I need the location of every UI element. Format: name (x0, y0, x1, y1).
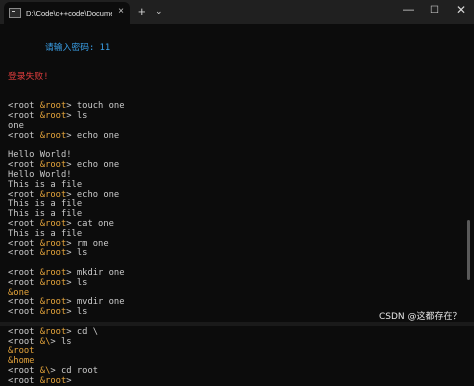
prompt-user: <root (8, 307, 40, 318)
taskbar-strip (0, 322, 474, 326)
chevron-down-icon[interactable]: ⌄ (155, 6, 163, 17)
command-text: cd root (60, 365, 99, 376)
tab-terminal[interactable]: D:\Code\c++code\Document × (4, 2, 130, 24)
command-text: mkdir one (76, 267, 125, 278)
title-bar: D:\Code\c++code\Document × + ⌄ — ☐ ✕ (0, 0, 474, 24)
command-line: <root &root> cd \ (8, 326, 460, 338)
prompt-host: &root (39, 326, 67, 337)
command-text: ls (76, 307, 88, 318)
directory-name: &root (8, 346, 35, 357)
close-window-button[interactable]: ✕ (456, 3, 466, 17)
prompt-end: > (66, 248, 77, 259)
prompt-end: > (66, 218, 77, 229)
prompt-user: <root (8, 130, 40, 141)
directory-name: &home (8, 356, 35, 367)
prompt-end: > (66, 375, 77, 386)
tab-title: D:\Code\c++code\Document (26, 8, 112, 18)
close-tab-icon[interactable]: × (118, 6, 124, 17)
command-line: <root &root> ls (8, 111, 460, 122)
command-text: echo one (76, 130, 120, 141)
command-text: cat one (76, 218, 114, 229)
prompt-end: > (50, 336, 61, 347)
prompt-user: <root (8, 111, 40, 122)
prompt-end: > (66, 189, 77, 200)
prompt-host: &root (39, 130, 67, 141)
directory-entry: &root (8, 346, 460, 357)
prompt-end: > (66, 307, 77, 318)
prompt-host: &root (39, 297, 67, 308)
password-prompt: 请输入密码: 11 (45, 42, 111, 53)
prompt-user: <root (8, 218, 40, 229)
prompt-end: > (66, 130, 77, 141)
prompt-host: &root (39, 277, 67, 288)
new-tab-button[interactable]: + (138, 4, 146, 19)
terminal-window: D:\Code\c++code\Document × + ⌄ — ☐ ✕ 请输入… (0, 0, 474, 386)
prompt-end: > (66, 101, 77, 112)
command-text: echo one (76, 189, 120, 200)
prompt-user: <root (8, 336, 40, 347)
prompt-host: &root (39, 218, 67, 229)
prompt-user: <root (8, 101, 40, 112)
directory-name: &one (8, 287, 30, 298)
prompt-user: <root (8, 297, 40, 308)
prompt-user: <root (8, 248, 40, 259)
maximize-button[interactable]: ☐ (430, 5, 439, 16)
login-failed-message: 登录失败! (8, 71, 49, 82)
prompt-end: > (66, 277, 77, 288)
prompt-host: &root (39, 248, 67, 259)
watermark: CSDN @这都存在？ (379, 312, 462, 322)
prompt-host: &root (39, 189, 67, 200)
command-text: ls (60, 336, 72, 347)
command-line: <root &root> ls (8, 248, 460, 259)
prompt-end: > (66, 267, 77, 278)
command-line: <root &root> ls (8, 277, 460, 289)
command-line: <root &root> (8, 375, 460, 386)
prompt-host: &root (39, 375, 67, 386)
command-line: <root &\> ls (8, 336, 460, 348)
prompt-user: <root (8, 365, 40, 376)
command-line: <root &root> echo one (8, 130, 460, 142)
prompt-host: &root (39, 160, 67, 171)
terminal-icon (9, 8, 21, 18)
prompt-path: &\ (39, 365, 51, 376)
minimize-button[interactable]: — (403, 4, 414, 16)
prompt-host: &root (39, 111, 67, 122)
prompt-user: <root (8, 375, 40, 386)
prompt-end: > (66, 238, 77, 249)
command-text: touch one (76, 101, 125, 112)
prompt-user: <root (8, 277, 40, 288)
command-text: ls (76, 111, 88, 122)
prompt-path: &\ (39, 336, 51, 347)
command-text: mvdir one (76, 297, 125, 308)
prompt-end: > (66, 160, 77, 171)
command-text: echo one (76, 160, 120, 171)
prompt-user: <root (8, 267, 40, 278)
prompt-end: > (66, 297, 77, 308)
prompt-user: <root (8, 238, 40, 249)
prompt-host: &root (39, 267, 67, 278)
prompt-host: &root (39, 307, 67, 318)
command-line: <root &root> echo one (8, 160, 460, 171)
prompt-user: <root (8, 189, 40, 200)
command-text: cd \ (76, 326, 99, 337)
prompt-host: &root (39, 238, 67, 249)
scrollbar-thumb[interactable] (467, 220, 470, 280)
command-text: ls (76, 248, 88, 259)
terminal-output[interactable]: 请输入密码: 11 登录失败! <root &root> touch one <r… (8, 24, 460, 386)
prompt-end: > (66, 326, 77, 337)
command-text: ls (76, 277, 88, 288)
command-text: rm one (76, 238, 109, 249)
prompt-user: <root (8, 160, 40, 171)
prompt-host: &root (39, 101, 67, 112)
prompt-user: <root (8, 326, 40, 337)
prompt-end: > (66, 111, 77, 122)
prompt-end: > (50, 365, 61, 376)
